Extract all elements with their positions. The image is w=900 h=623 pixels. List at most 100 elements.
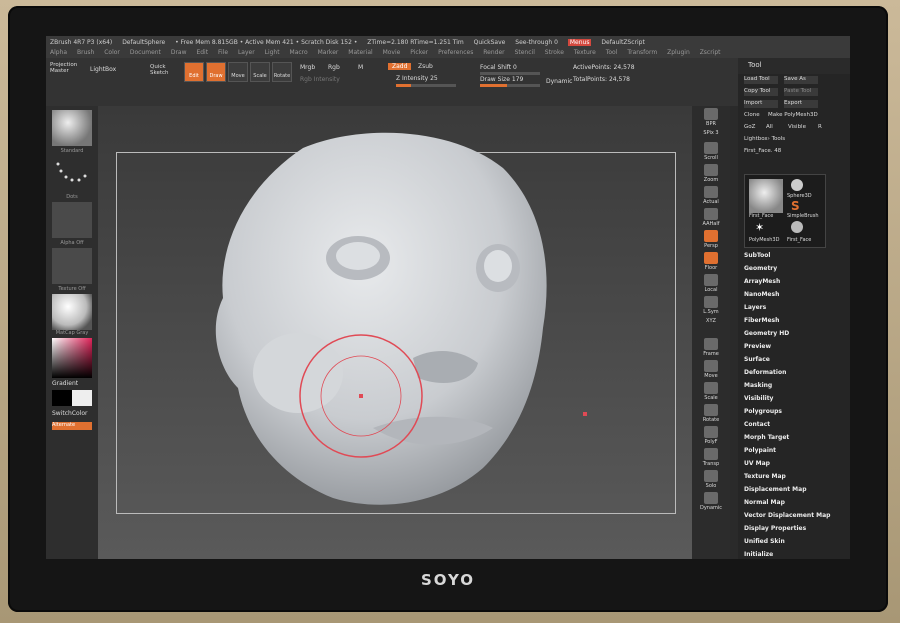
focal-shift-slider[interactable] <box>480 72 540 75</box>
zoom-button[interactable]: Zoom <box>696 164 726 186</box>
copy-tool-button[interactable]: Copy Tool <box>744 88 778 96</box>
morph-target-section[interactable]: Morph Target <box>744 434 789 441</box>
layers-section[interactable]: Layers <box>744 304 766 311</box>
menu-render[interactable]: Render <box>483 49 504 56</box>
display-properties-section[interactable]: Display Properties <box>744 525 806 532</box>
persp-button[interactable]: Persp <box>696 230 726 252</box>
menu-preferences[interactable]: Preferences <box>438 49 473 56</box>
lightbox-button[interactable]: LightBox <box>90 66 116 73</box>
nanomesh-section[interactable]: NanoMesh <box>744 291 779 298</box>
menu-file[interactable]: File <box>218 49 228 56</box>
menu-zscript[interactable]: Zscript <box>700 49 721 56</box>
draw-button[interactable]: Draw <box>206 62 226 82</box>
menu-document[interactable]: Document <box>130 49 161 56</box>
transp-button[interactable]: Transp <box>696 448 726 470</box>
z-intensity-slider[interactable] <box>396 84 456 87</box>
texture-thumbnail[interactable] <box>52 248 92 284</box>
floor-button[interactable]: Floor <box>696 252 726 274</box>
normal-map-section[interactable]: Normal Map <box>744 499 785 506</box>
menu-alpha[interactable]: Alpha <box>50 49 67 56</box>
menu-marker[interactable]: Marker <box>318 49 339 56</box>
menu-light[interactable]: Light <box>265 49 280 56</box>
polyf-button[interactable]: PolyF <box>696 426 726 448</box>
paste-tool-button[interactable]: Paste Tool <box>784 88 818 96</box>
deformation-section[interactable]: Deformation <box>744 369 786 376</box>
draw-size-slider[interactable] <box>480 84 540 87</box>
secondary-color-swatch[interactable] <box>72 390 92 406</box>
goz-r-button[interactable]: R <box>818 124 828 132</box>
masking-section[interactable]: Masking <box>744 382 772 389</box>
menu-tool[interactable]: Tool <box>606 49 618 56</box>
contact-section[interactable]: Contact <box>744 421 770 428</box>
displacement-map-section[interactable]: Displacement Map <box>744 486 807 493</box>
scale-view-button[interactable]: Scale <box>696 382 726 404</box>
texture-map-section[interactable]: Texture Map <box>744 473 786 480</box>
menu-picker[interactable]: Picker <box>410 49 428 56</box>
rgb-intensity-slider[interactable]: Rgb Intensity <box>300 76 340 83</box>
see-through-slider[interactable]: See-through 0 <box>515 39 558 46</box>
visibility-section[interactable]: Visibility <box>744 395 773 402</box>
geometry-section[interactable]: Geometry <box>744 265 777 272</box>
goz-visible-button[interactable]: Visible <box>788 124 822 132</box>
menu-color[interactable]: Color <box>104 49 120 56</box>
menu-zplugin[interactable]: Zplugin <box>667 49 690 56</box>
geometry-hd-section[interactable]: Geometry HD <box>744 330 789 337</box>
material-thumbnail[interactable] <box>52 294 92 330</box>
menu-brush[interactable]: Brush <box>77 49 94 56</box>
frame-button[interactable]: Frame <box>696 338 726 360</box>
solo-button[interactable]: Solo <box>696 470 726 492</box>
uv-map-section[interactable]: UV Map <box>744 460 770 467</box>
local-button[interactable]: Local <box>696 274 726 296</box>
arraymesh-section[interactable]: ArrayMesh <box>744 278 780 285</box>
zsub-button[interactable]: Zsub <box>418 63 433 70</box>
load-tool-button[interactable]: Load Tool <box>744 76 778 84</box>
current-tool-slider[interactable]: First_Face. 48 <box>744 148 824 156</box>
lsym-button[interactable]: L.Sym <box>696 296 726 318</box>
draw-size-label[interactable]: Draw Size 179 <box>480 76 523 83</box>
xyz-button[interactable]: XYZ <box>696 318 726 340</box>
scroll-button[interactable]: Scroll <box>696 142 726 164</box>
rotate-view-button[interactable]: Rotate <box>696 404 726 426</box>
menu-macro[interactable]: Macro <box>290 49 308 56</box>
bpr-button[interactable]: BPR <box>696 108 726 130</box>
focal-shift-label[interactable]: Focal Shift 0 <box>480 64 517 71</box>
menu-draw[interactable]: Draw <box>171 49 187 56</box>
menu-movie[interactable]: Movie <box>383 49 401 56</box>
z-intensity-label[interactable]: Z Intensity 25 <box>396 75 438 82</box>
scale-button[interactable]: Scale <box>250 62 270 82</box>
polygroups-section[interactable]: Polygroups <box>744 408 782 415</box>
menu-material[interactable]: Material <box>348 49 372 56</box>
vector-displacement-map-section[interactable]: Vector Displacement Map <box>744 512 830 519</box>
switch-color-button[interactable]: SwitchColor <box>52 410 88 417</box>
menu-transform[interactable]: Transform <box>627 49 657 56</box>
m-button[interactable]: M <box>358 64 363 71</box>
alternate-button[interactable]: Alternate <box>52 422 92 430</box>
aahalf-button[interactable]: AAHalf <box>696 208 726 230</box>
sphere3d-icon[interactable] <box>791 179 803 191</box>
surface-section[interactable]: Surface <box>744 356 770 363</box>
menu-stencil[interactable]: Stencil <box>515 49 535 56</box>
tool-palette-title[interactable]: Tool <box>748 61 762 69</box>
fibermesh-section[interactable]: FiberMesh <box>744 317 779 324</box>
menu-texture[interactable]: Texture <box>574 49 596 56</box>
export-button[interactable]: Export <box>784 100 818 108</box>
initialize-section[interactable]: Initialize <box>744 551 773 558</box>
default-zscript[interactable]: DefaultZScript <box>601 39 644 46</box>
save-as-button[interactable]: Save As <box>784 76 818 84</box>
make-polymesh-button[interactable]: Make PolyMesh3D <box>768 112 828 120</box>
color-picker[interactable] <box>52 338 92 378</box>
gradient-toggle[interactable]: Gradient <box>52 380 78 387</box>
dynamic-view-button[interactable]: Dynamic <box>696 492 726 514</box>
subtool-section[interactable]: SubTool <box>744 252 770 259</box>
simplebrush-icon[interactable]: S <box>791 199 800 213</box>
mesh-thumb-first-face[interactable] <box>749 179 783 213</box>
menu-layer[interactable]: Layer <box>238 49 255 56</box>
quicksave-button[interactable]: QuickSave <box>474 39 506 46</box>
brush-thumbnail[interactable] <box>52 110 92 146</box>
canvas-viewport[interactable] <box>98 106 692 559</box>
mesh-thumb-first-face-small[interactable] <box>791 221 803 233</box>
rotate-button[interactable]: Rotate <box>272 62 292 82</box>
preview-section[interactable]: Preview <box>744 343 771 350</box>
rgb-button[interactable]: Rgb <box>328 64 340 71</box>
actual-button[interactable]: Actual <box>696 186 726 208</box>
